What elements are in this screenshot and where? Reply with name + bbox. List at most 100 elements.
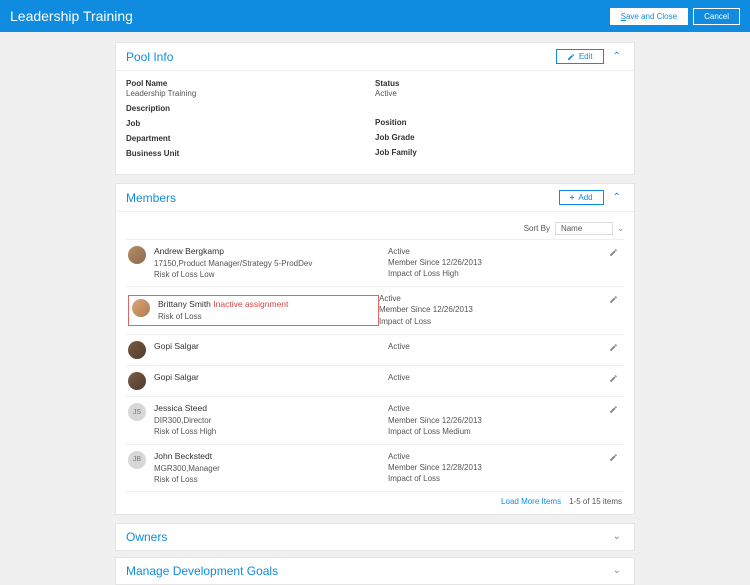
member-since: Member Since 12/28/2013 <box>388 462 622 473</box>
sort-label: Sort By <box>524 224 550 233</box>
avatar <box>132 299 150 317</box>
avatar: JS <box>128 403 146 421</box>
collapse-members-icon[interactable]: ⌃ <box>610 192 624 203</box>
field-label: Department <box>126 134 375 143</box>
owners-section[interactable]: Owners ⌄ <box>115 523 635 551</box>
field: Position <box>375 118 624 127</box>
member-row: Andrew Bergkamp17150,Product Manager/Str… <box>126 239 624 286</box>
avatar <box>128 246 146 264</box>
field: StatusActive <box>375 79 624 98</box>
expand-goals-icon: ⌄ <box>610 565 624 576</box>
member-name: Jessica Steed <box>154 403 388 415</box>
member-name: John Beckstedt <box>154 451 388 463</box>
expand-owners-icon: ⌄ <box>610 531 624 542</box>
page-title: Leadership Training <box>10 8 133 24</box>
member-row: JB John BeckstedtMGR300,ManagerRisk of Lo… <box>126 444 624 491</box>
app-header: Leadership Training Save and Close Cance… <box>0 0 750 32</box>
content-area: Pool Info Edit ⌃ Pool NameLeadership Tra… <box>115 42 635 585</box>
pencil-icon <box>567 53 575 61</box>
member-name: Andrew Bergkamp <box>154 246 388 258</box>
member-name: Brittany Smith Inactive assignment <box>158 299 375 311</box>
pool-info-panel: Pool Info Edit ⌃ Pool NameLeadership Tra… <box>115 42 635 175</box>
field: Job Grade <box>375 133 624 142</box>
member-row: Gopi SalgarActive <box>126 334 624 365</box>
inactive-badge: Inactive assignment <box>211 299 288 309</box>
field-value: Active <box>375 89 624 98</box>
goals-section[interactable]: Manage Development Goals ⌄ <box>115 557 635 585</box>
field: Job <box>126 119 375 128</box>
member-status: Active <box>388 246 622 257</box>
members-title: Members <box>126 191 176 205</box>
edit-button[interactable]: Edit <box>556 49 604 64</box>
member-risk: Risk of Loss <box>154 474 388 485</box>
sort-select[interactable]: Name ⌄ <box>555 222 624 235</box>
member-since: Member Since 12/26/2013 <box>379 304 622 315</box>
pool-info-title: Pool Info <box>126 50 173 64</box>
sort-row: Sort By Name ⌄ <box>126 218 624 239</box>
cancel-button[interactable]: Cancel <box>693 8 740 25</box>
edit-member-icon[interactable] <box>609 453 618 464</box>
owners-title: Owners <box>126 530 167 544</box>
edit-member-icon[interactable] <box>609 248 618 259</box>
member-impact: Impact of Loss <box>388 473 622 484</box>
member-impact: Impact of Loss High <box>388 268 622 279</box>
member-since: Member Since 12/26/2013 <box>388 415 622 426</box>
member-impact: Impact of Loss Medium <box>388 426 622 437</box>
edit-member-icon[interactable] <box>609 343 618 354</box>
member-row: Gopi SalgarActive <box>126 365 624 396</box>
field-label: Business Unit <box>126 149 375 158</box>
field-label: Position <box>375 118 624 127</box>
plus-icon: + <box>570 193 575 202</box>
member-risk: Risk of Loss <box>158 311 375 322</box>
load-more-link[interactable]: Load More Items <box>501 497 561 506</box>
save-and-close-button[interactable]: Save and Close <box>610 8 689 25</box>
member-since: Member Since 12/26/2013 <box>388 257 622 268</box>
member-detail: MGR300,Manager <box>154 463 388 474</box>
highlight-box: Brittany Smith Inactive assignmentRisk o… <box>128 295 379 326</box>
edit-member-icon[interactable] <box>609 295 618 306</box>
field-label: Description <box>126 104 375 113</box>
field-label: Job <box>126 119 375 128</box>
goals-title: Manage Development Goals <box>126 564 278 578</box>
member-status: Active <box>379 293 622 304</box>
member-status: Active <box>388 341 622 352</box>
avatar: JB <box>128 451 146 469</box>
avatar <box>128 372 146 390</box>
field: Description <box>126 104 375 113</box>
member-detail: 17150,Product Manager/Strategy 5-ProdDev <box>154 258 388 269</box>
member-name: Gopi Salgar <box>154 372 388 384</box>
member-status: Active <box>388 372 622 383</box>
chevron-down-icon: ⌄ <box>617 224 624 233</box>
add-member-button[interactable]: + Add <box>559 190 604 205</box>
edit-member-icon[interactable] <box>609 374 618 385</box>
field-label: Pool Name <box>126 79 375 88</box>
avatar <box>128 341 146 359</box>
member-risk: Risk of Loss High <box>154 426 388 437</box>
field: Pool NameLeadership Training <box>126 79 375 98</box>
field: Department <box>126 134 375 143</box>
pool-info-header: Pool Info Edit ⌃ <box>116 43 634 71</box>
field-label: Job Family <box>375 148 624 157</box>
edit-member-icon[interactable] <box>609 405 618 416</box>
members-header: Members + Add ⌃ <box>116 184 634 212</box>
item-count: 1-5 of 15 items <box>569 497 622 506</box>
field-label: Job Grade <box>375 133 624 142</box>
members-body: Sort By Name ⌄ Andrew Bergkamp17150,Prod… <box>116 212 634 514</box>
field: Job Family <box>375 148 624 157</box>
member-row: Brittany Smith Inactive assignmentRisk o… <box>126 286 624 334</box>
header-actions: Save and Close Cancel <box>610 8 740 25</box>
members-footer: Load More Items 1-5 of 15 items <box>126 491 624 508</box>
field-value: Leadership Training <box>126 89 375 98</box>
member-row: JS Jessica SteedDIR300,DirectorRisk of Lo… <box>126 396 624 443</box>
member-status: Active <box>388 451 622 462</box>
member-risk: Risk of Loss Low <box>154 269 388 280</box>
field-label: Status <box>375 79 624 88</box>
member-name: Gopi Salgar <box>154 341 388 353</box>
member-impact: Impact of Loss <box>379 316 622 327</box>
member-status: Active <box>388 403 622 414</box>
members-panel: Members + Add ⌃ Sort By Name ⌄ Andrew Be… <box>115 183 635 515</box>
member-detail: DIR300,Director <box>154 415 388 426</box>
field: Business Unit <box>126 149 375 158</box>
collapse-pool-icon[interactable]: ⌃ <box>610 51 624 62</box>
pool-info-body: Pool NameLeadership Training Description J… <box>116 71 634 174</box>
